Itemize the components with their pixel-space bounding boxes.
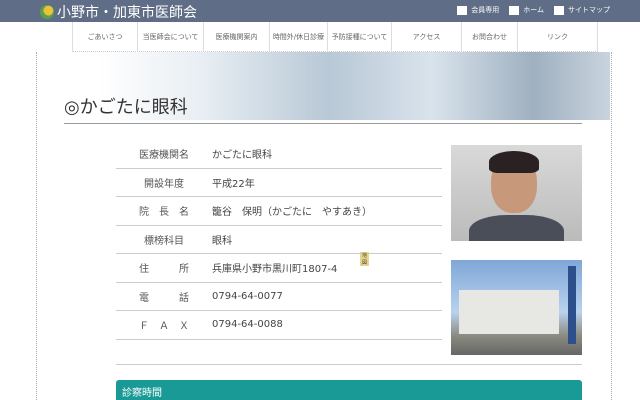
director-photo bbox=[451, 145, 582, 241]
address-text: 兵庫県小野市黒川町1807-4 bbox=[212, 264, 338, 276]
table-row: 標榜科目 眼科 bbox=[116, 226, 442, 254]
nav-clinics[interactable]: 医療機関案内 bbox=[204, 22, 270, 52]
nav-greeting[interactable]: ごあいさつ bbox=[72, 22, 138, 52]
row-value: 0794-64-0077 bbox=[212, 290, 283, 302]
divider bbox=[64, 123, 582, 124]
table-row: 開設年度 平成22年 bbox=[116, 169, 442, 197]
home-link-label: ホーム bbox=[523, 6, 544, 14]
row-label: 開設年度 bbox=[144, 178, 184, 190]
row-label: 院 長 名 bbox=[139, 207, 189, 219]
divider bbox=[116, 364, 582, 365]
member-link-label: 会員専用 bbox=[471, 6, 500, 14]
home-link[interactable]: ホーム bbox=[509, 5, 544, 15]
row-label: 住 所 bbox=[139, 264, 189, 276]
row-value: 平成22年 bbox=[212, 178, 255, 190]
row-value: かごたに眼科 bbox=[212, 150, 272, 162]
sitemap-link-label: サイトマップ bbox=[568, 6, 610, 14]
nav-links[interactable]: リンク bbox=[518, 22, 598, 52]
page-title: ◎かごたに眼科 bbox=[64, 97, 188, 118]
clinic-info-table: 医療機関名 かごたに眼科 開設年度 平成22年 院 長 名 籠谷 保明（かごたに やす… bbox=[116, 140, 442, 340]
clinic-building-photo bbox=[451, 260, 582, 355]
row-value: 眼科 bbox=[212, 235, 232, 247]
hours-heading: 診察時間 bbox=[116, 380, 582, 400]
row-label: 標榜科目 bbox=[144, 235, 184, 247]
main-nav: ごあいさつ 当医師会について 医療機関案内 時間外/休日診療 予防接種について … bbox=[72, 22, 598, 52]
map-badge[interactable]: 地図 bbox=[360, 252, 370, 267]
table-row: 医療機関名 かごたに眼科 bbox=[116, 140, 442, 169]
row-label: Ｆ Ａ Ｘ bbox=[139, 321, 189, 333]
nav-after-hours[interactable]: 時間外/休日診療 bbox=[270, 22, 328, 52]
nav-access[interactable]: アクセス bbox=[392, 22, 462, 52]
nav-about[interactable]: 当医師会について bbox=[138, 22, 204, 52]
row-label: 電 話 bbox=[139, 292, 189, 304]
member-link[interactable]: 会員専用 bbox=[457, 5, 499, 15]
nav-contact[interactable]: お問合わせ bbox=[462, 22, 518, 52]
table-row: 院 長 名 籠谷 保明（かごたに やすあき） bbox=[116, 197, 442, 226]
sitemap-link[interactable]: サイトマップ bbox=[554, 5, 610, 15]
member-card-icon bbox=[457, 5, 468, 15]
logo-icon bbox=[40, 5, 54, 19]
table-row: 住 所 兵庫県小野市黒川町1807-4 地図 bbox=[116, 252, 442, 283]
sitemap-icon bbox=[554, 5, 564, 15]
top-bar: 小野市・加東市医師会 会員専用 ホーム サイトマップ bbox=[0, 0, 640, 22]
row-value: 兵庫県小野市黒川町1807-4 地図 bbox=[212, 252, 370, 276]
row-value: 籠谷 保明（かごたに やすあき） bbox=[212, 207, 372, 219]
table-row: 電 話 0794-64-0077 bbox=[116, 283, 442, 311]
table-row: Ｆ Ａ Ｘ 0794-64-0088 bbox=[116, 311, 442, 340]
site-title: 小野市・加東市医師会 bbox=[57, 5, 197, 21]
nav-vaccination[interactable]: 予防接種について bbox=[328, 22, 392, 52]
site-logo[interactable]: 小野市・加東市医師会 bbox=[40, 2, 197, 22]
row-label: 医療機関名 bbox=[139, 150, 189, 162]
row-value: 0794-64-0088 bbox=[212, 319, 283, 331]
home-icon bbox=[509, 5, 520, 15]
